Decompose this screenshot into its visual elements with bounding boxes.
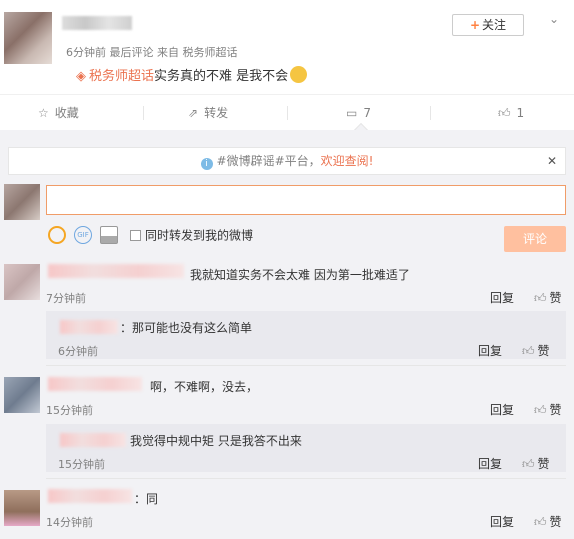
reply-button[interactable]: 回复 [478,342,502,359]
commenter-avatar[interactable] [4,490,40,526]
author-name-blurred[interactable] [62,16,132,30]
image-icon[interactable] [100,226,118,244]
gif-icon[interactable]: GIF [74,226,92,244]
reply-button[interactable]: 回复 [478,455,502,472]
commenter-name-blurred[interactable] [48,264,184,278]
sad-face-emoji-icon [290,66,308,83]
comment-area: i #微博辟谣#平台，欢迎查阅! ✕ GIF 同时转发到我的微博 评论 我就知道实务… [0,130,574,539]
rumor-notice: i #微博辟谣#平台，欢迎查阅! ✕ [8,147,566,175]
comment-like-button[interactable]: 👍︎ 赞 [534,289,562,306]
author-avatar[interactable] [4,12,52,64]
reply-button[interactable]: 回复 [490,513,514,530]
comment-input-box[interactable] [46,185,566,215]
composer-tools: GIF 同时转发到我的微博 [48,226,253,244]
comment-time: 15分钟前 [46,404,93,417]
comment-like-button[interactable]: 👍︎ 赞 [522,455,550,472]
info-icon: i [200,158,213,170]
thumbs-up-icon: 👍︎ [534,403,547,417]
action-bar: ☆ 收藏 ⇗ 转发 ▭ 7 👍︎ 1 [0,94,574,130]
thumbs-up-icon: 👍︎ [534,291,547,305]
forward-button[interactable]: ⇗ 转发 [188,95,228,131]
forward-checkbox[interactable] [130,229,141,241]
comment-text: 我就知道实务不会太难 因为第一批难适了 [190,268,410,282]
sub-comment: 我觉得中规中矩 只是我答不出来 15分钟前 回复 👍︎ 赞 [46,424,566,472]
reply-button[interactable]: 回复 [490,289,514,306]
divider [46,365,566,366]
sub-comment-time: 6分钟前 [58,345,98,358]
post-meta: 6分钟前 最后评论 来自 税务师超话 [66,46,238,59]
divider [143,106,144,120]
emoji-icon[interactable] [48,226,66,244]
post-text: ◈ 税务师超话实务真的不难 是我不会 [76,65,308,84]
comment-input[interactable] [47,186,565,214]
divider [430,106,431,120]
post-header: 6分钟前 最后评论 来自 税务师超话 ◈ 税务师超话实务真的不难 是我不会 + 关注… [0,0,574,94]
speech-bubble-icon: ▭ [346,106,358,120]
like-button[interactable]: 👍︎ 1 [498,95,524,131]
sub-comment-text: 我觉得中规中矩 只是我答不出来 [130,434,302,448]
close-icon[interactable]: ✕ [547,148,557,174]
reply-button[interactable]: 回复 [490,401,514,418]
commenter-avatar[interactable] [4,264,40,300]
chevron-down-icon[interactable]: ⌄ [549,12,559,26]
sub-comment-time: 15分钟前 [58,458,105,471]
share-out-icon: ⇗ [188,106,199,120]
sub-commenter-name-blurred[interactable] [60,433,126,447]
forward-checkbox-label: 同时转发到我的微博 [145,228,254,243]
star-outline-icon: ☆ [38,106,49,120]
comment-text: 啊，不难啊，没去， [150,380,259,394]
sub-comment: ：那可能也没有这么简单 6分钟前 回复 👍︎ 赞 [46,311,566,359]
comment-text: ：同 [134,492,159,506]
thumbs-up-icon: 👍︎ [498,106,511,120]
comment-like-button[interactable]: 👍︎ 赞 [534,401,562,418]
comment-like-button[interactable]: 👍︎ 赞 [522,342,550,359]
sub-commenter-name-blurred[interactable] [60,320,118,334]
submit-comment-button[interactable]: 评论 [504,226,566,252]
notice-link[interactable]: 欢迎查阅! [321,154,374,168]
comment-time: 7分钟前 [46,292,86,305]
thumbs-up-icon: 👍︎ [534,515,547,529]
super-topic-icon: ◈ [76,69,86,84]
sub-comment-text: ：那可能也没有这么简单 [120,321,253,335]
plus-icon: + [469,18,481,32]
super-topic-link[interactable]: 税务师超话 [89,69,154,84]
favorite-button[interactable]: ☆ 收藏 [38,95,79,131]
comment-time: 14分钟前 [46,516,93,529]
thumbs-up-icon: 👍︎ [522,344,535,358]
commenter-name-blurred[interactable] [48,377,142,391]
divider [46,478,566,479]
commenter-avatar[interactable] [4,377,40,413]
thumbs-up-icon: 👍︎ [522,457,535,471]
follow-button[interactable]: + 关注 [452,14,524,36]
my-avatar [4,184,40,220]
divider [287,106,288,120]
comment-like-button[interactable]: 👍︎ 赞 [534,513,562,530]
post-body: 实务真的不难 是我不会 [154,69,289,84]
commenter-name-blurred[interactable] [48,489,132,503]
